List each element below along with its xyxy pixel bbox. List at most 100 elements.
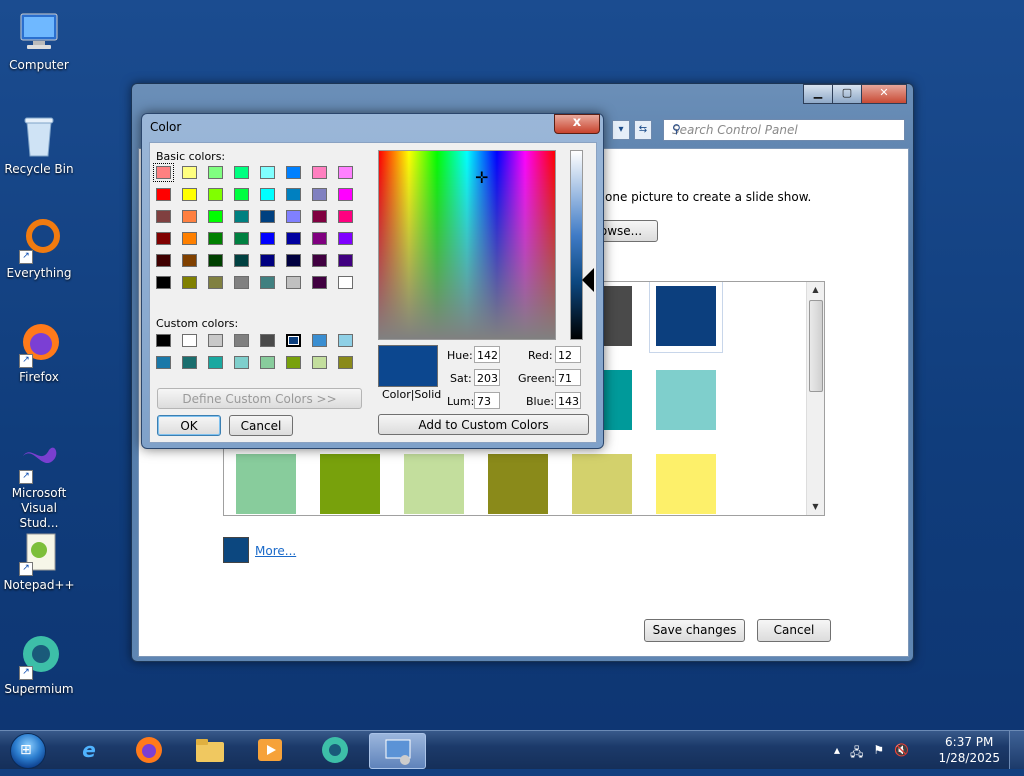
custom-color-cell[interactable] — [260, 356, 275, 369]
basic-color-cell[interactable] — [234, 188, 249, 201]
basic-color-cell[interactable] — [338, 254, 353, 267]
blue-field[interactable]: 143 — [555, 392, 581, 409]
basic-color-cell[interactable] — [156, 254, 171, 267]
vertical-scrollbar[interactable]: ▲ ▼ — [806, 282, 824, 515]
basic-color-cell[interactable] — [234, 276, 249, 289]
crosshair-icon[interactable]: ✛ — [475, 170, 488, 186]
basic-color-cell[interactable] — [208, 276, 223, 289]
taskbar-media-player[interactable] — [245, 733, 295, 767]
custom-color-cell[interactable] — [208, 334, 223, 347]
search-input[interactable]: Search Control Panel ⚲ — [663, 119, 905, 141]
basic-color-cell[interactable] — [234, 254, 249, 267]
basic-color-cell[interactable] — [182, 188, 197, 201]
basic-color-cell[interactable] — [182, 276, 197, 289]
custom-color-cell[interactable] — [312, 334, 327, 347]
maximize-button[interactable]: ▢ — [832, 84, 862, 104]
desktop-icon-firefox[interactable]: ↗ Firefox — [2, 320, 76, 385]
network-icon[interactable]: 🖧 — [850, 743, 863, 764]
custom-color-cell[interactable] — [234, 334, 249, 347]
add-to-custom-colors-button[interactable]: Add to Custom Colors — [378, 414, 589, 435]
cancel-button[interactable]: Cancel — [757, 619, 831, 642]
red-field[interactable]: 12 — [555, 346, 581, 363]
taskbar-control-panel[interactable] — [369, 733, 426, 769]
basic-color-cell[interactable] — [234, 166, 249, 179]
custom-color-cell[interactable] — [182, 334, 197, 347]
swatch[interactable] — [236, 454, 296, 514]
dropdown-arrow-icon[interactable]: ▾ — [612, 120, 630, 140]
close-button[interactable]: x — [554, 114, 600, 134]
color-spectrum[interactable]: ✛ — [378, 150, 556, 340]
custom-color-cell[interactable] — [338, 356, 353, 369]
basic-color-cell[interactable] — [260, 276, 275, 289]
taskbar-firefox[interactable] — [124, 733, 174, 767]
taskbar-supermium[interactable] — [310, 733, 360, 767]
cancel-button[interactable]: Cancel — [229, 415, 293, 436]
scroll-up-icon[interactable]: ▲ — [807, 282, 824, 298]
basic-color-cell[interactable] — [182, 210, 197, 223]
define-custom-colors-button[interactable]: Define Custom Colors >> — [157, 388, 362, 409]
custom-color-cell[interactable] — [156, 356, 171, 369]
lum-field[interactable]: 73 — [474, 392, 500, 409]
action-center-flag-icon[interactable]: ⚑ — [873, 743, 884, 764]
taskbar-internet-explorer[interactable]: e — [64, 733, 114, 767]
basic-color-cell[interactable] — [260, 210, 275, 223]
basic-color-cell[interactable] — [208, 166, 223, 179]
basic-color-cell[interactable] — [208, 232, 223, 245]
basic-color-cell[interactable] — [182, 254, 197, 267]
basic-color-cell[interactable] — [156, 232, 171, 245]
basic-color-cell[interactable] — [312, 166, 327, 179]
basic-color-cell[interactable] — [312, 232, 327, 245]
save-changes-button[interactable]: Save changes — [644, 619, 745, 642]
swatch[interactable] — [656, 454, 716, 514]
basic-color-cell[interactable] — [312, 276, 327, 289]
custom-color-cell[interactable] — [182, 356, 197, 369]
basic-color-cell[interactable] — [182, 166, 197, 179]
basic-color-cell[interactable] — [312, 188, 327, 201]
show-desktop-button[interactable] — [1009, 731, 1024, 769]
swatch[interactable] — [404, 454, 464, 514]
basic-color-cell[interactable] — [208, 188, 223, 201]
custom-color-cell[interactable] — [286, 334, 301, 347]
basic-color-cell[interactable] — [208, 254, 223, 267]
taskbar-file-explorer[interactable] — [185, 733, 235, 767]
green-field[interactable]: 71 — [555, 369, 581, 386]
basic-color-cell[interactable] — [156, 188, 171, 201]
basic-color-cell[interactable] — [338, 232, 353, 245]
desktop-icon-supermium[interactable]: ↗ Supermium — [2, 632, 76, 697]
swatch-selected[interactable] — [649, 282, 723, 353]
swatch[interactable] — [572, 454, 632, 514]
basic-color-cell[interactable] — [338, 210, 353, 223]
desktop-icon-everything[interactable]: ↗ Everything — [2, 216, 76, 281]
luminosity-arrow-icon[interactable] — [582, 268, 594, 292]
custom-color-cell[interactable] — [260, 334, 275, 347]
basic-color-cell[interactable] — [286, 210, 301, 223]
desktop-icon-recycle-bin[interactable]: Recycle Bin — [2, 112, 76, 177]
swatch[interactable] — [656, 370, 716, 430]
basic-color-cell[interactable] — [338, 166, 353, 179]
basic-color-cell[interactable] — [338, 188, 353, 201]
basic-color-cell[interactable] — [234, 232, 249, 245]
close-button[interactable]: ✕ — [861, 84, 907, 104]
swatch[interactable] — [488, 454, 548, 514]
start-button[interactable]: ⊞ — [6, 733, 50, 769]
basic-color-cell[interactable] — [286, 188, 301, 201]
scroll-thumb[interactable] — [809, 300, 823, 392]
basic-color-cell[interactable] — [312, 210, 327, 223]
basic-color-cell[interactable] — [260, 232, 275, 245]
custom-color-cell[interactable] — [156, 334, 171, 347]
ok-button[interactable]: OK — [157, 415, 221, 436]
desktop-icon-notepad-plus-plus[interactable]: ↗ Notepad++ — [2, 528, 76, 593]
basic-color-cell[interactable] — [260, 254, 275, 267]
basic-color-cell[interactable] — [156, 210, 171, 223]
volume-muted-icon[interactable]: 🔇 — [894, 743, 909, 764]
custom-color-cell[interactable] — [338, 334, 353, 347]
basic-color-cell[interactable] — [153, 163, 174, 182]
scroll-down-icon[interactable]: ▼ — [807, 499, 824, 515]
custom-color-cell[interactable] — [312, 356, 327, 369]
desktop-icon-visual-studio[interactable]: ↗ Microsoft Visual Stud... — [2, 436, 76, 531]
basic-color-cell[interactable] — [286, 232, 301, 245]
desktop-icon-computer[interactable]: Computer — [2, 8, 76, 73]
custom-color-cell[interactable] — [286, 356, 301, 369]
basic-color-cell[interactable] — [312, 254, 327, 267]
minimize-button[interactable]: ▁ — [803, 84, 833, 104]
